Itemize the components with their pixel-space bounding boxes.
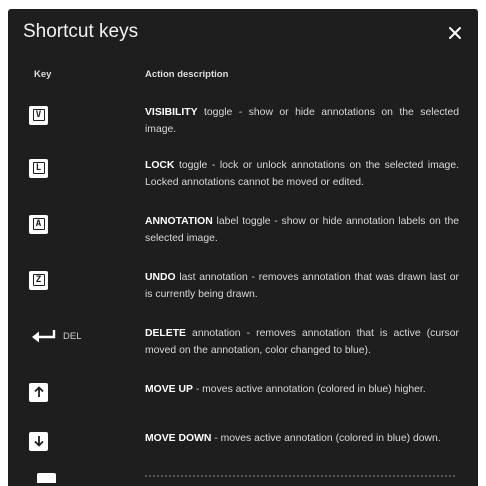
action-text: - moves active annotation (colored in bl… [211,433,441,444]
key-cell: DEL [31,325,81,347]
key-cell: Z [29,269,48,291]
key-cell: A [29,213,48,235]
partial-key-icon [37,473,56,483]
action-description: DELETE annotation - removes annotation t… [145,325,459,359]
a-key-icon: A [29,214,48,234]
action-keyword: LOCK [145,160,175,171]
column-header-action: Action description [145,69,229,80]
shortcut-keys-dialog: Shortcut keys Key Action description V V… [8,9,478,486]
key-cell: L [29,157,48,179]
action-keyword: UNDO [145,272,176,283]
key-cell [29,381,48,403]
action-text: last annotation - removes annotation tha… [145,272,459,300]
key-cell [29,430,48,452]
close-icon [449,27,461,39]
action-text: - moves active annotation (colored in bl… [192,384,426,395]
dialog-title: Shortcut keys [23,21,139,42]
enter-arrow-icon [32,330,56,343]
action-description: UNDO last annotation - removes annotatio… [145,269,459,303]
action-description: ANNOTATION label toggle - show or hide a… [145,213,459,247]
action-text: annotation - removes annotation that is … [145,328,459,356]
action-keyword: ANNOTATION [145,216,213,227]
key-cell: V [29,104,48,126]
del-key-label: DEL [63,330,82,342]
action-description: MOVE UP - moves active annotation (color… [145,381,459,398]
arrow-up-icon [29,382,48,402]
action-description: MOVE DOWN - moves active annotation (col… [145,430,459,447]
action-keyword: DELETE [145,328,186,339]
action-keyword: MOVE UP [145,384,193,395]
close-button[interactable] [444,22,466,44]
action-description: LOCK toggle - lock or unlock annotations… [145,157,459,191]
z-key-icon: Z [29,270,48,290]
l-key-icon: L [29,158,48,178]
arrow-down-icon [29,431,48,451]
action-keyword: MOVE DOWN [145,433,212,444]
action-description: VISIBILITY toggle - show or hide annotat… [145,104,459,138]
action-keyword: VISIBILITY [145,107,198,118]
column-header-key: Key [34,69,52,80]
v-key-icon: V [29,105,48,125]
action-text: toggle - lock or unlock annotations on t… [145,160,459,188]
partial-row-text [145,475,455,482]
